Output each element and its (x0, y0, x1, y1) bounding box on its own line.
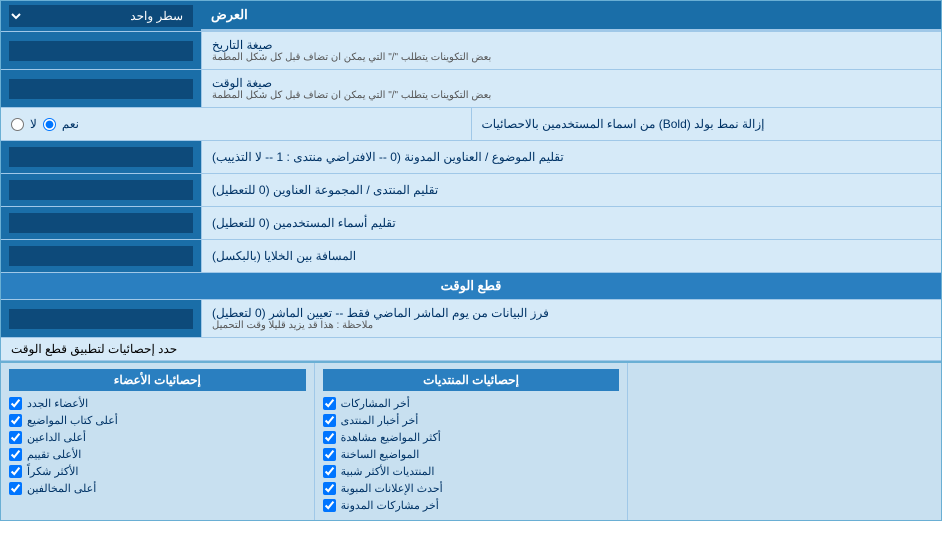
checkbox-most-thanked[interactable] (9, 465, 22, 478)
limit-label: حدد إحصائيات لتطبيق قطع الوقت (11, 342, 177, 356)
checkbox-hot-topics[interactable] (323, 448, 336, 461)
bold-remove-radio-cell: نعم لا (1, 108, 471, 140)
checkbox-blog-posts[interactable] (323, 499, 336, 512)
cells-spacing-label: المسافة بين الخلايا (بالبكسل) (201, 240, 941, 272)
radio-no-label: لا (30, 117, 37, 131)
time-format-sub-label: بعض التكوينات يتطلب "/" التي يمكن ان تضا… (212, 90, 491, 101)
checkbox-col-forums-header: إحصائيات المنتديات (323, 369, 620, 391)
usernames-trim-text: تقليم أسماء المستخدمين (0 للتعطيل) (212, 216, 396, 230)
forum-headings-label: تقليم المنتدى / المجموعة العناوين (0 للت… (201, 174, 941, 206)
checkbox-top-violators[interactable] (9, 482, 22, 495)
cutoff-section-header: قطع الوقت (1, 273, 941, 300)
limit-row: حدد إحصائيات لتطبيق قطع الوقت (1, 338, 941, 361)
cutoff-sub-label: ملاحظة : هذا قد يزيد قليلا وقت التحميل (212, 320, 373, 331)
checkbox-classified-ads[interactable] (323, 482, 336, 495)
forum-topics-input-cell: 33 (1, 141, 201, 173)
bold-remove-text: إزالة نمط بولد (Bold) من اسماء المستخدمي… (482, 117, 765, 131)
time-format-label: صيغة الوقت بعض التكوينات يتطلب "/" التي … (201, 70, 941, 107)
checkbox-item-most-viewed: أكثر المواضيع مشاهدة (323, 429, 620, 446)
checkbox-item-classified-ads: أحدث الإعلانات المبوبة (323, 480, 620, 497)
checkbox-new-members[interactable] (9, 397, 22, 410)
checkbox-item-similar-forums: المنتديات الأكثر شبية (323, 463, 620, 480)
date-format-label: صيغة التاريخ بعض التكوينات يتطلب "/" الت… (201, 32, 941, 69)
usernames-trim-input-cell: 0 (1, 207, 201, 239)
bold-remove-label: إزالة نمط بولد (Bold) من اسماء المستخدمي… (471, 108, 942, 140)
checkbox-item-new-members: الأعضاء الجدد (9, 395, 306, 412)
date-format-input[interactable]: d-m (9, 41, 193, 61)
cutoff-input-cell: 0 (1, 300, 201, 337)
date-format-input-cell: d-m (1, 32, 201, 69)
checkbox-similar-forums[interactable] (323, 465, 336, 478)
forum-topics-label: تقليم الموضوع / العناوين المدونة (0 -- ا… (201, 141, 941, 173)
cells-spacing-input[interactable]: 2 (9, 246, 193, 266)
cutoff-label: فرز البيانات من يوم الماشر الماضي فقط --… (201, 300, 941, 337)
cutoff-input[interactable]: 0 (9, 309, 193, 329)
checkboxes-section: إحصائيات المنتديات أخر المشاركات أخر أخب… (1, 361, 941, 520)
checkbox-item-hot-topics: المواضيع الساخنة (323, 446, 620, 463)
checkbox-item-blog-posts: أخر مشاركات المدونة (323, 497, 620, 514)
checkbox-col-members: إحصائيات الأعضاء الأعضاء الجدد أعلى كتاب… (1, 363, 314, 520)
usernames-trim-input[interactable]: 0 (9, 213, 193, 233)
cutoff-section-title: قطع الوقت (441, 278, 502, 294)
checkbox-col-forums: إحصائيات المنتديات أخر المشاركات أخر أخب… (314, 363, 628, 520)
time-format-input[interactable]: H:i (9, 79, 193, 99)
radio-yes[interactable] (43, 118, 56, 131)
page-header: العرض (201, 1, 941, 31)
checkbox-item-top-inviters: أعلى الداعين (9, 429, 306, 446)
cutoff-main-label: فرز البيانات من يوم الماشر الماضي فقط --… (212, 306, 549, 320)
usernames-trim-label: تقليم أسماء المستخدمين (0 للتعطيل) (201, 207, 941, 239)
forum-headings-text: تقليم المنتدى / المجموعة العناوين (0 للت… (212, 183, 438, 197)
checkbox-item-top-violators: أعلى المخالفين (9, 480, 306, 497)
forum-headings-input[interactable]: 33 (9, 180, 193, 200)
date-format-sub-label: بعض التكوينات يتطلب "/" التي يمكن ان تضا… (212, 52, 491, 63)
checkbox-item-forum-news: أخر أخبار المنتدى (323, 412, 620, 429)
forum-topics-input[interactable]: 33 (9, 147, 193, 167)
time-format-input-cell: H:i (1, 70, 201, 107)
checkbox-col-empty (627, 363, 941, 520)
checkbox-top-inviters[interactable] (9, 431, 22, 444)
checkbox-most-viewed[interactable] (323, 431, 336, 444)
checkbox-item-top-rated: الأعلى تقييم (9, 446, 306, 463)
date-format-main-label: صيغة التاريخ (212, 38, 273, 52)
forum-headings-input-cell: 33 (1, 174, 201, 206)
cells-spacing-input-cell: 2 (1, 240, 201, 272)
bold-radio-group: نعم لا (11, 117, 79, 131)
radio-no[interactable] (11, 118, 24, 131)
checkbox-top-rated[interactable] (9, 448, 22, 461)
checkbox-item-most-thanked: الأكثر شكراً (9, 463, 306, 480)
forum-topics-text: تقليم الموضوع / العناوين المدونة (0 -- ا… (212, 150, 564, 164)
checkbox-top-topic-authors[interactable] (9, 414, 22, 427)
checkbox-col-members-header: إحصائيات الأعضاء (9, 369, 306, 391)
checkbox-item-top-topic-authors: أعلى كتاب المواضيع (9, 412, 306, 429)
radio-yes-label: نعم (62, 117, 79, 131)
time-format-main-label: صيغة الوقت (212, 76, 272, 90)
header-title: العرض (211, 7, 248, 23)
checkbox-forum-news[interactable] (323, 414, 336, 427)
checkbox-last-posts[interactable] (323, 397, 336, 410)
checkbox-item-last-posts: أخر المشاركات (323, 395, 620, 412)
single-line-select[interactable]: سطر واحد سطران ثلاثة أسطر (9, 5, 193, 27)
cells-spacing-text: المسافة بين الخلايا (بالبكسل) (212, 249, 356, 263)
